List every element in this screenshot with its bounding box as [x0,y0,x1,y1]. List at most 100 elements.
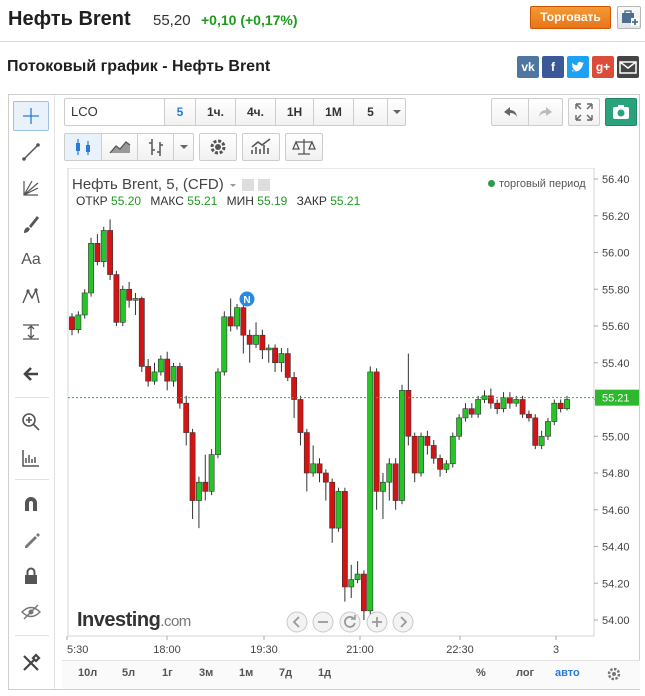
y-tick-label: 56.00 [602,248,630,260]
auto-scale-toggle[interactable]: авто [555,667,580,679]
candle-body [88,243,94,294]
remove-drawings-tool[interactable] [13,359,49,389]
add-to-portfolio-button[interactable] [617,6,641,29]
candle-body [538,435,545,446]
low-label: МИН [226,194,254,208]
y-tick-label: 55.40 [602,358,630,370]
range-10y[interactable]: 10л [78,667,97,679]
candle-body [303,432,310,474]
gear-icon [607,667,621,681]
google-plus-share-icon[interactable]: g+ [592,56,614,78]
scroll-left-button[interactable] [286,611,308,633]
interval-4h[interactable]: 4ч. [235,99,275,125]
interval-1h[interactable]: 1ч. [195,99,235,125]
vk-share-icon[interactable]: vk [517,56,539,78]
y-tick-label: 55.60 [602,321,630,333]
candle-body [284,353,291,378]
magnet-icon [25,497,37,511]
candle-body [519,399,526,415]
current-price-label: 55.21 [602,393,630,405]
y-tick-label: 55.00 [602,431,630,443]
trendline-tool[interactable] [13,137,49,167]
candle-body [341,491,348,588]
candle-body [551,402,558,422]
range-3m[interactable]: 3м [199,667,213,679]
section-title: Потоковый график - Нефть Brent [7,58,271,75]
y-tick-label: 56.40 [602,174,630,186]
redo-button[interactable] [528,99,562,125]
text-tool[interactable]: Aa [13,245,49,275]
candle-body [265,347,272,351]
candle-body [545,421,551,437]
zoom-in-button[interactable] [366,611,388,633]
reset-zoom-button[interactable] [339,611,361,633]
chart-series-title: Нефть Brent, 5, (CFD) [72,176,224,193]
lock-drawing-tool[interactable] [13,525,49,555]
candle-body [411,435,418,474]
range-7d[interactable]: 7д [279,667,292,679]
percent-scale-toggle[interactable]: % [476,667,486,679]
candle-body [494,402,501,409]
candle-body [202,481,209,492]
range-1y[interactable]: 1г [162,667,173,679]
snapshot-button[interactable] [605,98,637,126]
brush-icon [24,216,39,233]
facebook-share-icon[interactable]: f [542,56,564,78]
range-1m[interactable]: 1м [239,667,253,679]
ohlc-bars-icon [148,139,163,156]
scale-settings-button[interactable] [606,666,622,687]
lock-tool[interactable] [13,561,49,591]
chart-settings-button[interactable] [199,133,237,161]
hide-drawings-tool[interactable] [13,597,49,627]
candle-body [526,413,532,419]
candle-body [449,435,456,465]
scroll-right-button[interactable] [392,611,414,633]
close-value: 55.21 [330,194,361,208]
brush-tool[interactable] [13,209,49,239]
undo-button[interactable] [492,99,528,125]
pattern-icon [22,287,40,304]
interval-5[interactable]: 5 [165,99,195,125]
measure-tool[interactable] [13,317,49,347]
candle-body [240,307,247,336]
bars-type-button[interactable] [137,134,173,160]
trading-period-label: торговый период [499,178,586,190]
trade-button[interactable]: Торговать [530,6,611,29]
candle-body [164,358,171,382]
candle-body [278,353,285,364]
range-5y[interactable]: 5л [122,667,135,679]
pattern-tool[interactable] [13,281,49,311]
area-type-button[interactable] [101,134,137,160]
interval-1w[interactable]: 1Н [275,99,313,125]
candles-type-button[interactable] [65,134,101,160]
zoom-out-button[interactable] [312,611,334,633]
candle-body [253,334,259,345]
range-1d[interactable]: 1д [318,667,331,679]
crosshair-tool[interactable] [13,101,49,131]
x-tick-label: 5:30 [67,644,88,656]
email-share-icon[interactable] [617,56,639,78]
log-scale-toggle[interactable]: лог [516,667,534,679]
interval-dropdown[interactable]: 5 [353,99,387,125]
candle-body [380,481,386,492]
price-chart[interactable]: 56.40 56.20 56.00 55.80 55.60 55.40 55.20 55.00… [62,167,640,659]
interval-dropdown-toggle[interactable] [387,99,405,125]
chart-type-dropdown[interactable] [173,134,193,160]
legend-controls[interactable] [228,178,288,192]
undo-icon [504,107,517,117]
compare-button[interactable] [285,133,323,161]
twitter-share-icon[interactable] [567,56,589,78]
ruler-tool[interactable] [13,443,49,473]
zoom-tool[interactable] [13,407,49,437]
candle-body [227,316,234,327]
fullscreen-button[interactable] [568,98,600,126]
magnet-tool[interactable] [13,489,49,519]
close-label: ЗАКР [296,194,327,208]
interval-1m[interactable]: 1М [313,99,353,125]
indicators-button[interactable] [242,133,280,161]
settings-tools[interactable] [13,648,49,678]
candle-body [189,432,196,501]
fibonacci-tool[interactable] [13,173,49,203]
symbol-search-input[interactable]: LCO [64,98,165,126]
candle-body [157,358,164,373]
